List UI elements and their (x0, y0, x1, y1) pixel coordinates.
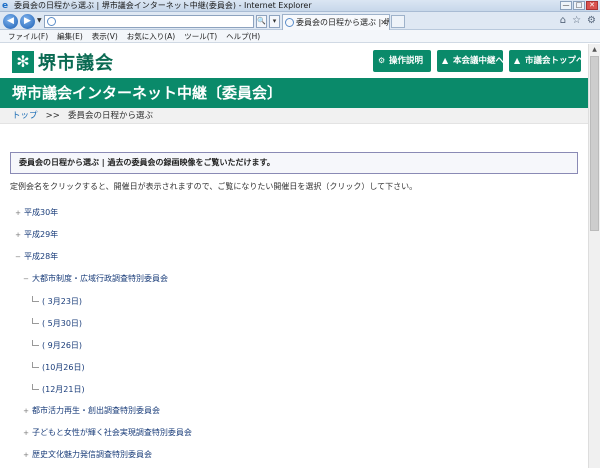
tree-year-label: 平成28年 (24, 252, 59, 261)
close-button[interactable]: ✕ (586, 1, 598, 10)
tree-date-item[interactable]: (12月21日) (32, 384, 85, 395)
tab-label: 委員会の日程から選ぶ | 堺... (296, 18, 390, 27)
tree-date-label: ( 5月30日) (42, 319, 83, 328)
tree-date-item[interactable]: (10月26日) (32, 362, 85, 373)
tree-year-h28[interactable]: − 平成28年 (14, 252, 58, 262)
operation-guide-button[interactable]: ⚙ 操作説明 (373, 50, 431, 72)
tree-committee-closed[interactable]: + 都市活力再生・創出調査特別委員会 (22, 406, 160, 416)
window-titlebar: e 委員会の日程から選ぶ | 堺市議会インターネット中継(委員会) - Inte… (0, 0, 600, 12)
tree-date-label: (10月26日) (42, 363, 85, 372)
tab-page-icon (285, 18, 294, 27)
minimize-button[interactable]: — (560, 1, 572, 10)
site-logo[interactable]: ✻ 堺市議会 (12, 49, 114, 75)
window-title: 委員会の日程から選ぶ | 堺市議会インターネット中継(委員会) - Intern… (14, 1, 312, 10)
expand-icon: + (23, 407, 29, 415)
tree-committee-open[interactable]: − 大都市制度・広域行政調査特別委員会 (22, 274, 168, 284)
expand-icon: + (15, 209, 21, 217)
back-button[interactable]: ◀ (3, 14, 18, 29)
breadcrumb: トップ >> 委員会の日程から選ぶ (0, 108, 588, 124)
breadcrumb-current: 委員会の日程から選ぶ (67, 111, 153, 121)
home-icon[interactable]: ⌂ (560, 15, 566, 26)
council-top-label: 市議会トップへ (525, 56, 585, 66)
tree-branch (32, 362, 39, 368)
site-header: ✻ 堺市議会 ⚙ 操作説明 ▲ 本会議中継へ ▲ 市議会トップへ (0, 44, 588, 78)
tree-year-h30[interactable]: + 平成30年 (14, 208, 58, 218)
breadcrumb-separator: >> (45, 111, 60, 121)
operation-guide-label: 操作説明 (389, 56, 424, 66)
page-content: ✻ 堺市議会 ⚙ 操作説明 ▲ 本会議中継へ ▲ 市議会トップへ 堺市議会インタ… (0, 44, 588, 468)
notice-text: 委員会の日程から選ぶ | 過去の委員会の録画映像をご覧いただけます。 (19, 158, 275, 167)
plenary-broadcast-label: 本会議中継へ (453, 56, 505, 66)
browser-navbar: ◀ ▶ ▼ 🔍 ▾ ⟳ 委員会の日程から選ぶ | 堺... ✕ ⌂ ☆ ⚙ (0, 12, 600, 30)
page-icon (47, 17, 56, 26)
window-controls: — □ ✕ (560, 1, 598, 10)
menu-file[interactable]: ファイル(F) (8, 30, 48, 42)
tree-committee-closed[interactable]: + 子どもと女性が輝く社会実現調査特別委員会 (22, 428, 192, 438)
tree-date-item[interactable]: ( 9月26日) (32, 340, 82, 351)
menu-bar: ファイル(F) 編集(E) 表示(V) お気に入り(A) ツール(T) ヘルプ(… (0, 30, 600, 43)
forward-button[interactable]: ▶ (20, 14, 35, 29)
history-dropdown-icon[interactable]: ▼ (37, 17, 42, 24)
tree-year-h29[interactable]: + 平成29年 (14, 230, 58, 240)
gear-icon[interactable]: ⚙ (587, 15, 596, 26)
menu-tools[interactable]: ツール(T) (184, 30, 217, 42)
breadcrumb-home-link[interactable]: トップ (12, 111, 38, 121)
ie-logo-icon: e (2, 1, 9, 11)
logo-text: 堺市議会 (38, 53, 114, 74)
tree-year-label: 平成30年 (24, 208, 59, 217)
tree-committee-label: 都市活力再生・創出調査特別委員会 (32, 406, 160, 415)
tree-branch (32, 318, 39, 324)
tree-committee-closed[interactable]: + 歴史文化魅力発信調査特別委員会 (22, 450, 152, 460)
scroll-thumb[interactable] (590, 56, 599, 231)
tree-committee-label: 歴史文化魅力発信調査特別委員会 (32, 450, 152, 459)
star-icon[interactable]: ☆ (572, 15, 581, 26)
collapse-icon: − (15, 253, 21, 261)
logo-mark-icon: ✻ (12, 51, 34, 73)
browser-toolbar-icons: ⌂ ☆ ⚙ (560, 15, 596, 26)
tree-date-label: ( 3月23日) (42, 297, 83, 306)
gear-icon: ⚙ (378, 56, 386, 65)
page-scrollbar[interactable]: ▲ (588, 44, 600, 468)
tree-year-label: 平成29年 (24, 230, 59, 239)
search-icon[interactable]: 🔍 (256, 15, 267, 28)
expand-icon: + (23, 429, 29, 437)
building-icon: ▲ (442, 56, 449, 65)
expand-icon: + (23, 451, 29, 459)
council-top-button[interactable]: ▲ 市議会トップへ (509, 50, 585, 72)
tree-branch (32, 384, 39, 390)
page-banner: 堺市議会インターネット中継〔委員会〕 (0, 78, 588, 108)
tree-branch (32, 296, 39, 302)
menu-help[interactable]: ヘルプ(H) (226, 30, 260, 42)
menu-edit[interactable]: 編集(E) (57, 30, 83, 42)
menu-view[interactable]: 表示(V) (92, 30, 118, 42)
address-bar[interactable] (44, 15, 254, 28)
address-dropdown-icon[interactable]: ▾ (269, 15, 280, 28)
tree-committee-label: 子どもと女性が輝く社会実現調査特別委員会 (32, 428, 192, 437)
tree-branch (32, 340, 39, 346)
tree-date-label: ( 9月26日) (42, 341, 83, 350)
tab-close-icon[interactable]: ✕ (380, 15, 387, 30)
collapse-icon: − (23, 275, 29, 283)
maximize-button[interactable]: □ (573, 1, 585, 10)
intro-text: 定例会名をクリックすると、開催日が表示されますので、ご覧になりたい開催日を選択（… (10, 182, 418, 191)
plenary-broadcast-button[interactable]: ▲ 本会議中継へ (437, 50, 505, 72)
browser-tab[interactable]: 委員会の日程から選ぶ | 堺... ✕ (282, 14, 390, 30)
banner-title: 堺市議会インターネット中継〔委員会〕 (12, 84, 283, 102)
tree-date-item[interactable]: ( 3月23日) (32, 296, 82, 307)
expand-icon: + (15, 231, 21, 239)
tree-date-label: (12月21日) (42, 385, 85, 394)
building-icon: ▲ (514, 56, 521, 65)
tree-date-item[interactable]: ( 5月30日) (32, 318, 82, 329)
scroll-up-icon[interactable]: ▲ (589, 44, 600, 55)
notice-box: 委員会の日程から選ぶ | 過去の委員会の録画映像をご覧いただけます。 (10, 152, 578, 174)
new-tab-button[interactable] (391, 15, 405, 28)
tree-committee-label: 大都市制度・広域行政調査特別委員会 (32, 274, 168, 283)
menu-favorites[interactable]: お気に入り(A) (127, 30, 175, 42)
